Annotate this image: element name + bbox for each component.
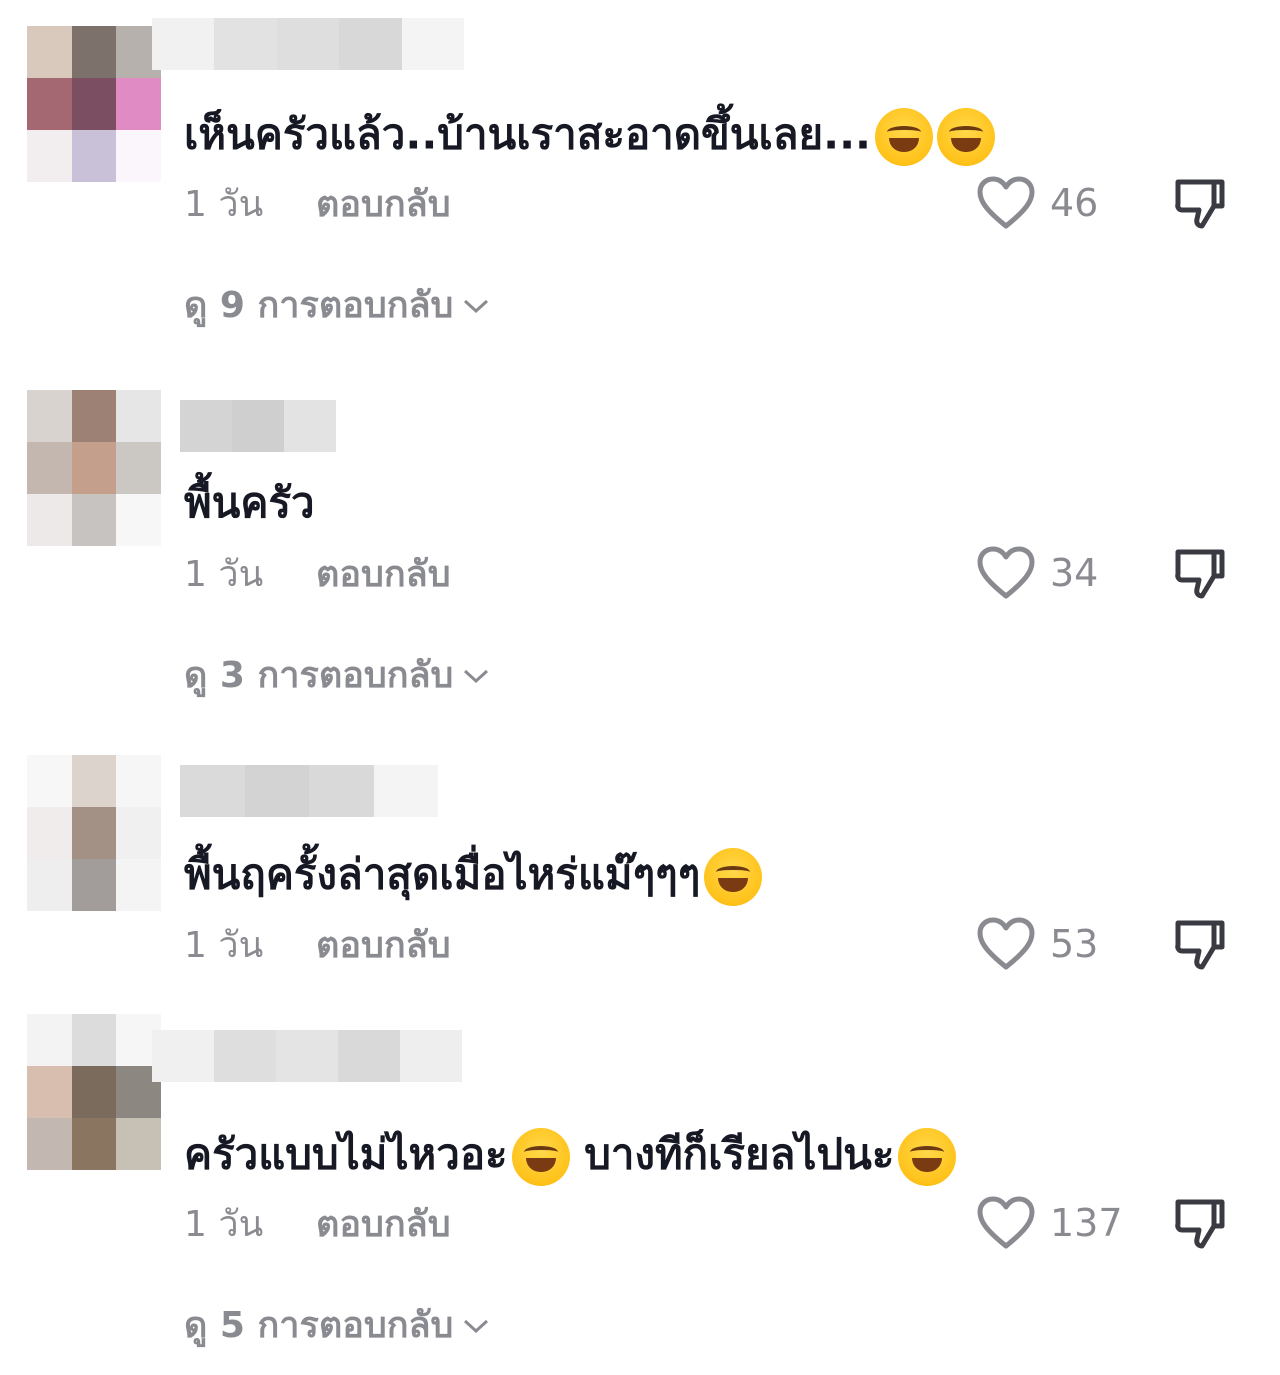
comment-time: 1 วัน [184, 184, 264, 225]
comment-text-content: ครัวแบบไม่ไหวอะ [184, 1129, 508, 1179]
like-button[interactable]: 137 [976, 1196, 1123, 1250]
like-button[interactable]: 34 [976, 546, 1098, 600]
rofl-emoji-icon [898, 1128, 957, 1186]
heart-icon [977, 1196, 1035, 1249]
like-button[interactable]: 53 [976, 917, 1098, 971]
laugh-emoji-icon [937, 108, 996, 166]
comment-text: เห็นครัวแล้ว..บ้านเราสะอาดขึ้นเลย... [184, 108, 996, 166]
reply-button[interactable]: ตอบกลับ [316, 928, 451, 964]
view-replies-button[interactable]: ดู 3 การตอบกลับ [184, 658, 491, 694]
comment-time: 1 วัน [184, 554, 264, 595]
comment-text-content: พื้นฤครั้งล่าสุดเมื่อไหร่แม๊ๆๆๆ [184, 849, 701, 899]
username-blurred[interactable] [180, 765, 438, 817]
comment-meta: 1 วัน ตอบกลับ [184, 925, 451, 966]
username-blurred[interactable] [180, 400, 336, 452]
thumbs-down-icon[interactable] [1172, 546, 1228, 602]
view-replies-label: ดู 5 การตอบกลับ [184, 1305, 454, 1346]
view-replies-button[interactable]: ดู 9 การตอบกลับ [184, 288, 491, 324]
view-replies-button[interactable]: ดู 5 การตอบกลับ [184, 1308, 491, 1344]
thumbs-down-icon[interactable] [1172, 917, 1228, 973]
heart-icon [977, 917, 1035, 970]
thumbs-down-icon[interactable] [1172, 1196, 1228, 1252]
heart-icon [977, 176, 1035, 229]
comment-text: พื้นฤครั้งล่าสุดเมื่อไหร่แม๊ๆๆๆ [184, 848, 763, 906]
reply-button[interactable]: ตอบกลับ [316, 187, 451, 223]
laugh-emoji-icon [511, 1128, 570, 1186]
comment-text: พื้นครัว [184, 482, 315, 524]
reply-button[interactable]: ตอบกลับ [316, 1207, 451, 1243]
comment-meta: 1 วัน ตอบกลับ [184, 1204, 451, 1245]
avatar[interactable] [27, 390, 161, 546]
thumbs-down-icon[interactable] [1172, 176, 1228, 232]
chevron-down-icon [464, 669, 489, 684]
like-count: 46 [1050, 181, 1099, 225]
comment-text-content: พื้นครัว [184, 478, 315, 527]
avatar[interactable] [27, 1014, 161, 1170]
chevron-down-icon [464, 1319, 489, 1334]
comment-meta: 1 วัน ตอบกลับ [184, 554, 451, 595]
comment-item: เห็นครัวแล้ว..บ้านเราสะอาดขึ้นเลย... 1 ว… [0, 0, 1280, 345]
like-count: 137 [1050, 1201, 1123, 1245]
comment-text: ครัวแบบไม่ไหวอะ บางทีก็เรียลไปนะ [184, 1128, 957, 1186]
like-button[interactable]: 46 [976, 176, 1098, 230]
reply-button[interactable]: ตอบกลับ [316, 557, 451, 593]
comment-text-content-2: บางทีก็เรียลไปนะ [569, 1129, 895, 1179]
laugh-emoji-icon [704, 848, 763, 906]
comment-time: 1 วัน [184, 925, 264, 966]
username-blurred[interactable] [152, 1030, 462, 1082]
comment-text-content: เห็นครัวแล้ว..บ้านเราสะอาดขึ้นเลย... [184, 109, 872, 159]
view-replies-label: ดู 3 การตอบกลับ [184, 655, 454, 696]
comment-time: 1 วัน [184, 1204, 264, 1245]
like-count: 34 [1050, 551, 1099, 595]
chevron-down-icon [464, 299, 489, 314]
like-count: 53 [1050, 922, 1099, 966]
heart-icon [977, 546, 1035, 599]
comment-meta: 1 วัน ตอบกลับ [184, 184, 451, 225]
laugh-emoji-icon [875, 108, 934, 166]
avatar[interactable] [27, 26, 161, 182]
view-replies-label: ดู 9 การตอบกลับ [184, 285, 454, 326]
username-blurred[interactable] [152, 18, 465, 70]
avatar[interactable] [27, 755, 161, 911]
